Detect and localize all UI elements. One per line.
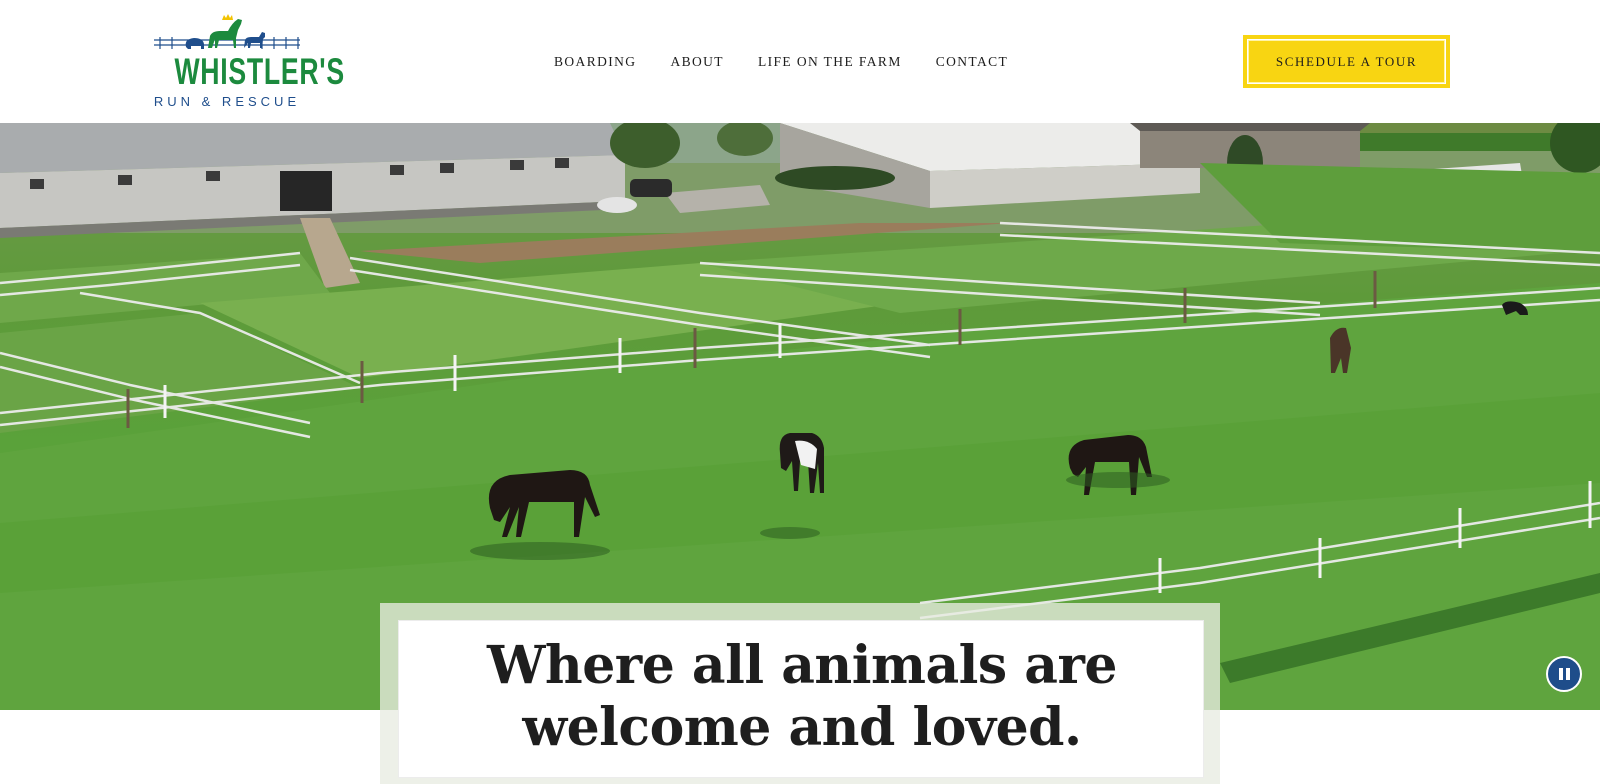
headline-card: Where all animals are welcome and loved. <box>398 620 1204 778</box>
logo-tagline: RUN & RESCUE <box>153 94 301 109</box>
pause-video-button[interactable] <box>1546 656 1582 692</box>
pause-icon <box>1558 668 1563 680</box>
logo[interactable]: WHISTLER'S RUN & RESCUE <box>152 12 345 112</box>
nav-boarding[interactable]: BOARDING <box>554 54 636 70</box>
nav-about[interactable]: ABOUT <box>670 54 724 70</box>
schedule-tour-label: SCHEDULE A TOUR <box>1275 53 1418 69</box>
nav-contact[interactable]: CONTACT <box>936 54 1008 70</box>
headline-line-1: Where all animals are <box>487 635 1117 696</box>
nav-life-on-the-farm[interactable]: LIFE ON THE FARM <box>758 54 902 70</box>
headline-line-2: welcome and loved. <box>522 697 1082 758</box>
hero-headline: Where all animals are welcome and loved. <box>399 635 1205 759</box>
schedule-tour-button[interactable]: SCHEDULE A TOUR <box>1243 35 1450 88</box>
main-nav: BOARDING ABOUT LIFE ON THE FARM CONTACT <box>554 54 1008 70</box>
farm-animals-logo-icon <box>154 14 300 49</box>
logo-wordmark: WHISTLER'S <box>174 51 345 92</box>
pause-icon-bar <box>1565 668 1570 680</box>
site-header: WHISTLER'S RUN & RESCUE BOARDING ABOUT L… <box>0 0 1600 123</box>
